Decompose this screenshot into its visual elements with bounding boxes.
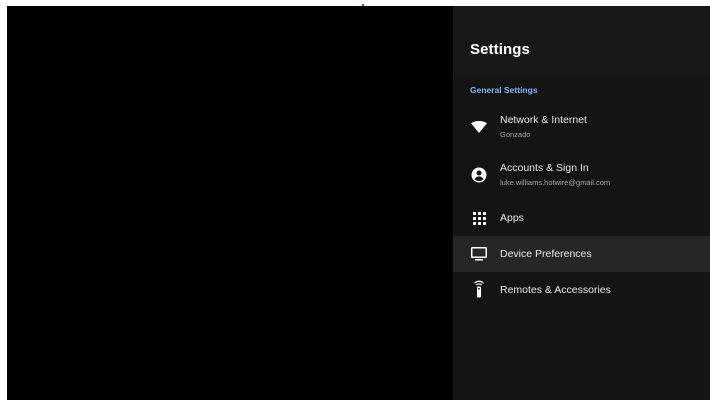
menu-item-label: Network & Internet — [500, 114, 587, 126]
menu-item-label: Remotes & Accessories — [500, 284, 611, 296]
general-settings-label: General Settings — [470, 85, 538, 95]
menu-item-apps[interactable]: Apps — [453, 200, 710, 236]
menu-item-accounts-sign-in[interactable]: Accounts & Sign In luke.williams.hotwire… — [453, 152, 710, 188]
remote-icon — [470, 280, 488, 298]
menu-item-label: Accounts & Sign In — [500, 162, 589, 174]
settings-panel: Settings General Settings Network & Inte… — [453, 6, 710, 400]
tv-screen: Settings General Settings Network & Inte… — [7, 6, 710, 400]
account-circle-icon — [470, 166, 488, 184]
wifi-icon — [470, 118, 488, 136]
tv-icon — [470, 245, 488, 263]
background-content-area — [7, 6, 453, 400]
menu-item-subtitle: Gonzado — [500, 130, 531, 139]
menu-item-network-internet[interactable]: Network & Internet Gonzado — [453, 104, 710, 140]
apps-grid-icon — [470, 209, 488, 227]
menu-item-subtitle: luke.williams.hotwire@gmail.com — [500, 178, 611, 187]
menu-item-remotes-accessories[interactable]: Remotes & Accessories — [453, 272, 710, 308]
settings-header: Settings — [453, 6, 710, 75]
menu-item-label: Apps — [500, 212, 524, 224]
settings-title: Settings — [470, 41, 530, 58]
menu-item-device-preferences[interactable]: Device Preferences — [453, 236, 710, 272]
menu-item-label: Device Preferences — [500, 248, 592, 260]
